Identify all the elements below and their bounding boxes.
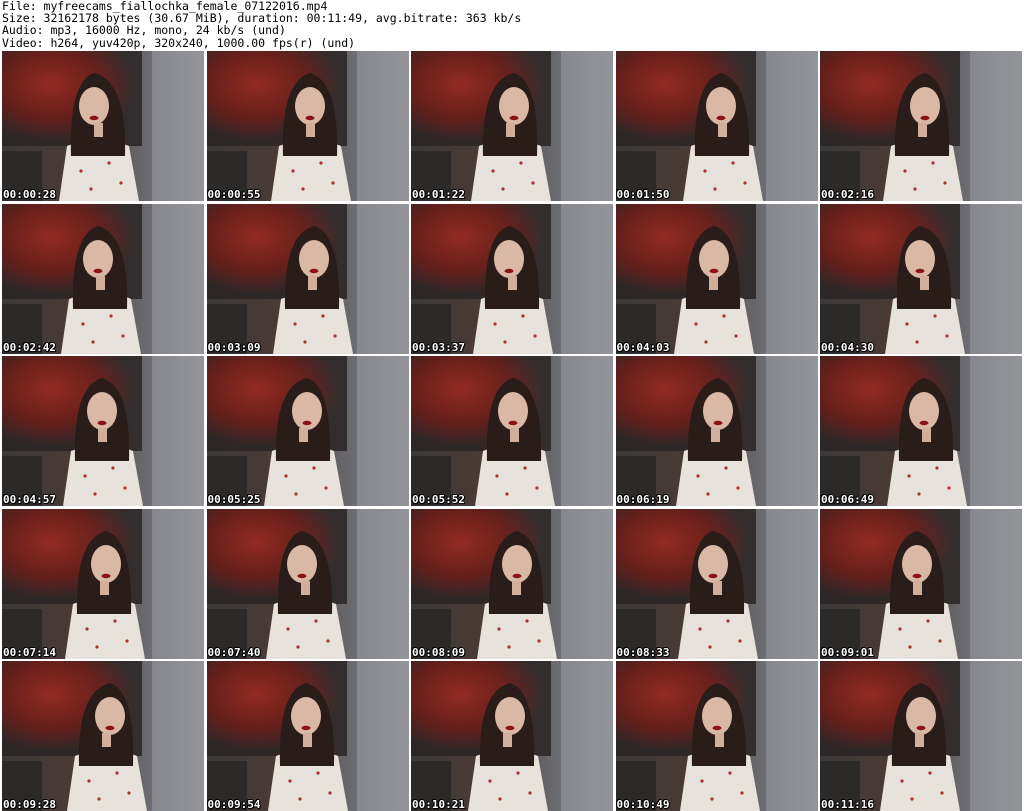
video-frame-image [206, 203, 409, 354]
video-frame-image [411, 508, 613, 659]
thumbnail-timestamp: 00:09:54 [207, 798, 261, 811]
video-frame-image [820, 51, 1022, 201]
thumbnail-timestamp: 00:05:25 [207, 493, 261, 506]
thumbnail-timestamp: 00:01:50 [616, 188, 670, 201]
thumbnail-timestamp: 00:06:19 [616, 493, 670, 506]
video-thumbnail: 00:00:55 [206, 51, 409, 201]
thumbnail-timestamp: 00:09:01 [821, 645, 874, 659]
thumbnail-timestamp: 00:00:28 [3, 188, 56, 201]
video-thumbnail: 00:05:25 [206, 356, 409, 506]
video-thumbnail: 00:04:30 [820, 203, 1022, 354]
thumbnail-timestamp: 00:01:22 [412, 188, 465, 201]
thumbnail-timestamp: 00:09:28 [3, 798, 56, 811]
thumbnail-grid: 00:00:28 00:00:55 00:01:22 00:01:50 00:02:16… [2, 51, 1022, 811]
video-frame-image [206, 661, 409, 811]
thumbnail-timestamp: 00:08:09 [412, 645, 465, 659]
video-thumbnail: 00:01:22 [411, 51, 613, 201]
thumbnail-timestamp: 00:04:57 [3, 493, 56, 506]
thumbnail-timestamp: 00:04:03 [616, 340, 670, 354]
video-thumbnail: 00:09:54 [206, 661, 409, 811]
thumbnail-timestamp: 00:06:49 [821, 493, 874, 506]
video-info-line: Video: h264, yuv420p, 320x240, 1000.00 f… [2, 35, 356, 50]
video-thumbnail: 00:06:49 [820, 356, 1022, 506]
video-thumbnail: 00:07:14 [2, 508, 204, 659]
video-thumbnail: 00:10:21 [411, 661, 613, 811]
thumbnail-timestamp: 00:04:30 [821, 340, 874, 354]
video-thumbnail: 00:05:52 [411, 356, 613, 506]
thumbnail-timestamp: 00:07:14 [3, 645, 56, 659]
video-thumbnail: 00:04:57 [2, 356, 204, 506]
thumbnail-timestamp: 00:02:42 [3, 340, 56, 354]
thumbnail-timestamp: 00:00:55 [207, 188, 261, 201]
video-thumbnail: 00:08:33 [615, 508, 818, 659]
video-frame-image [2, 508, 204, 659]
video-frame-image [411, 661, 613, 811]
thumbnail-timestamp: 00:10:21 [412, 798, 465, 811]
video-thumbnail: 00:08:09 [411, 508, 613, 659]
thumbnail-timestamp: 00:05:52 [412, 493, 465, 506]
video-frame-image [615, 356, 818, 506]
video-thumbnail: 00:02:16 [820, 51, 1022, 201]
audio-info-line: Audio: mp3, 16000 Hz, mono, 24 kb/s (und… [2, 23, 286, 38]
video-thumbnail: 00:03:09 [206, 203, 409, 354]
video-thumbnail: 00:01:50 [615, 51, 818, 201]
video-frame-image [615, 661, 818, 811]
thumbnail-timestamp: 00:08:33 [616, 645, 670, 659]
video-frame-image [615, 508, 818, 659]
thumbnail-timestamp: 00:03:09 [207, 340, 261, 354]
video-thumbnail: 00:07:40 [206, 508, 409, 659]
video-thumbnail: 00:03:37 [411, 203, 613, 354]
video-frame-image [2, 356, 204, 506]
video-frame-image [411, 51, 613, 201]
video-frame-image [2, 51, 204, 201]
video-frame-image [206, 508, 409, 659]
thumbnail-timestamp: 00:11:16 [821, 798, 874, 811]
video-thumbnail: 00:00:28 [2, 51, 204, 201]
video-frame-image [820, 203, 1022, 354]
video-frame-image [615, 51, 818, 201]
video-frame-image [206, 356, 409, 506]
thumbnail-timestamp: 00:03:37 [412, 340, 465, 354]
video-frame-image [411, 356, 613, 506]
video-frame-image [615, 203, 818, 354]
video-frame-image [411, 203, 613, 354]
thumbnail-timestamp: 00:02:16 [821, 188, 874, 201]
video-thumbnail: 00:09:28 [2, 661, 204, 811]
video-frame-image [2, 661, 204, 811]
video-frame-image [820, 661, 1022, 811]
file-info-header: File: myfreecams_fiallochka_female_07122… [2, 0, 1022, 50]
video-frame-image [206, 51, 409, 201]
video-thumbnail: 00:06:19 [615, 356, 818, 506]
video-thumbnail: 00:04:03 [615, 203, 818, 354]
video-thumbnail: 00:02:42 [2, 203, 204, 354]
video-frame-image [820, 356, 1022, 506]
video-thumbnail: 00:09:01 [820, 508, 1022, 659]
video-frame-image [2, 203, 204, 354]
thumbnail-timestamp: 00:07:40 [207, 645, 261, 659]
video-frame-image [820, 508, 1022, 659]
video-thumbnail: 00:10:49 [615, 661, 818, 811]
video-thumbnail: 00:11:16 [820, 661, 1022, 811]
thumbnail-timestamp: 00:10:49 [616, 798, 670, 811]
